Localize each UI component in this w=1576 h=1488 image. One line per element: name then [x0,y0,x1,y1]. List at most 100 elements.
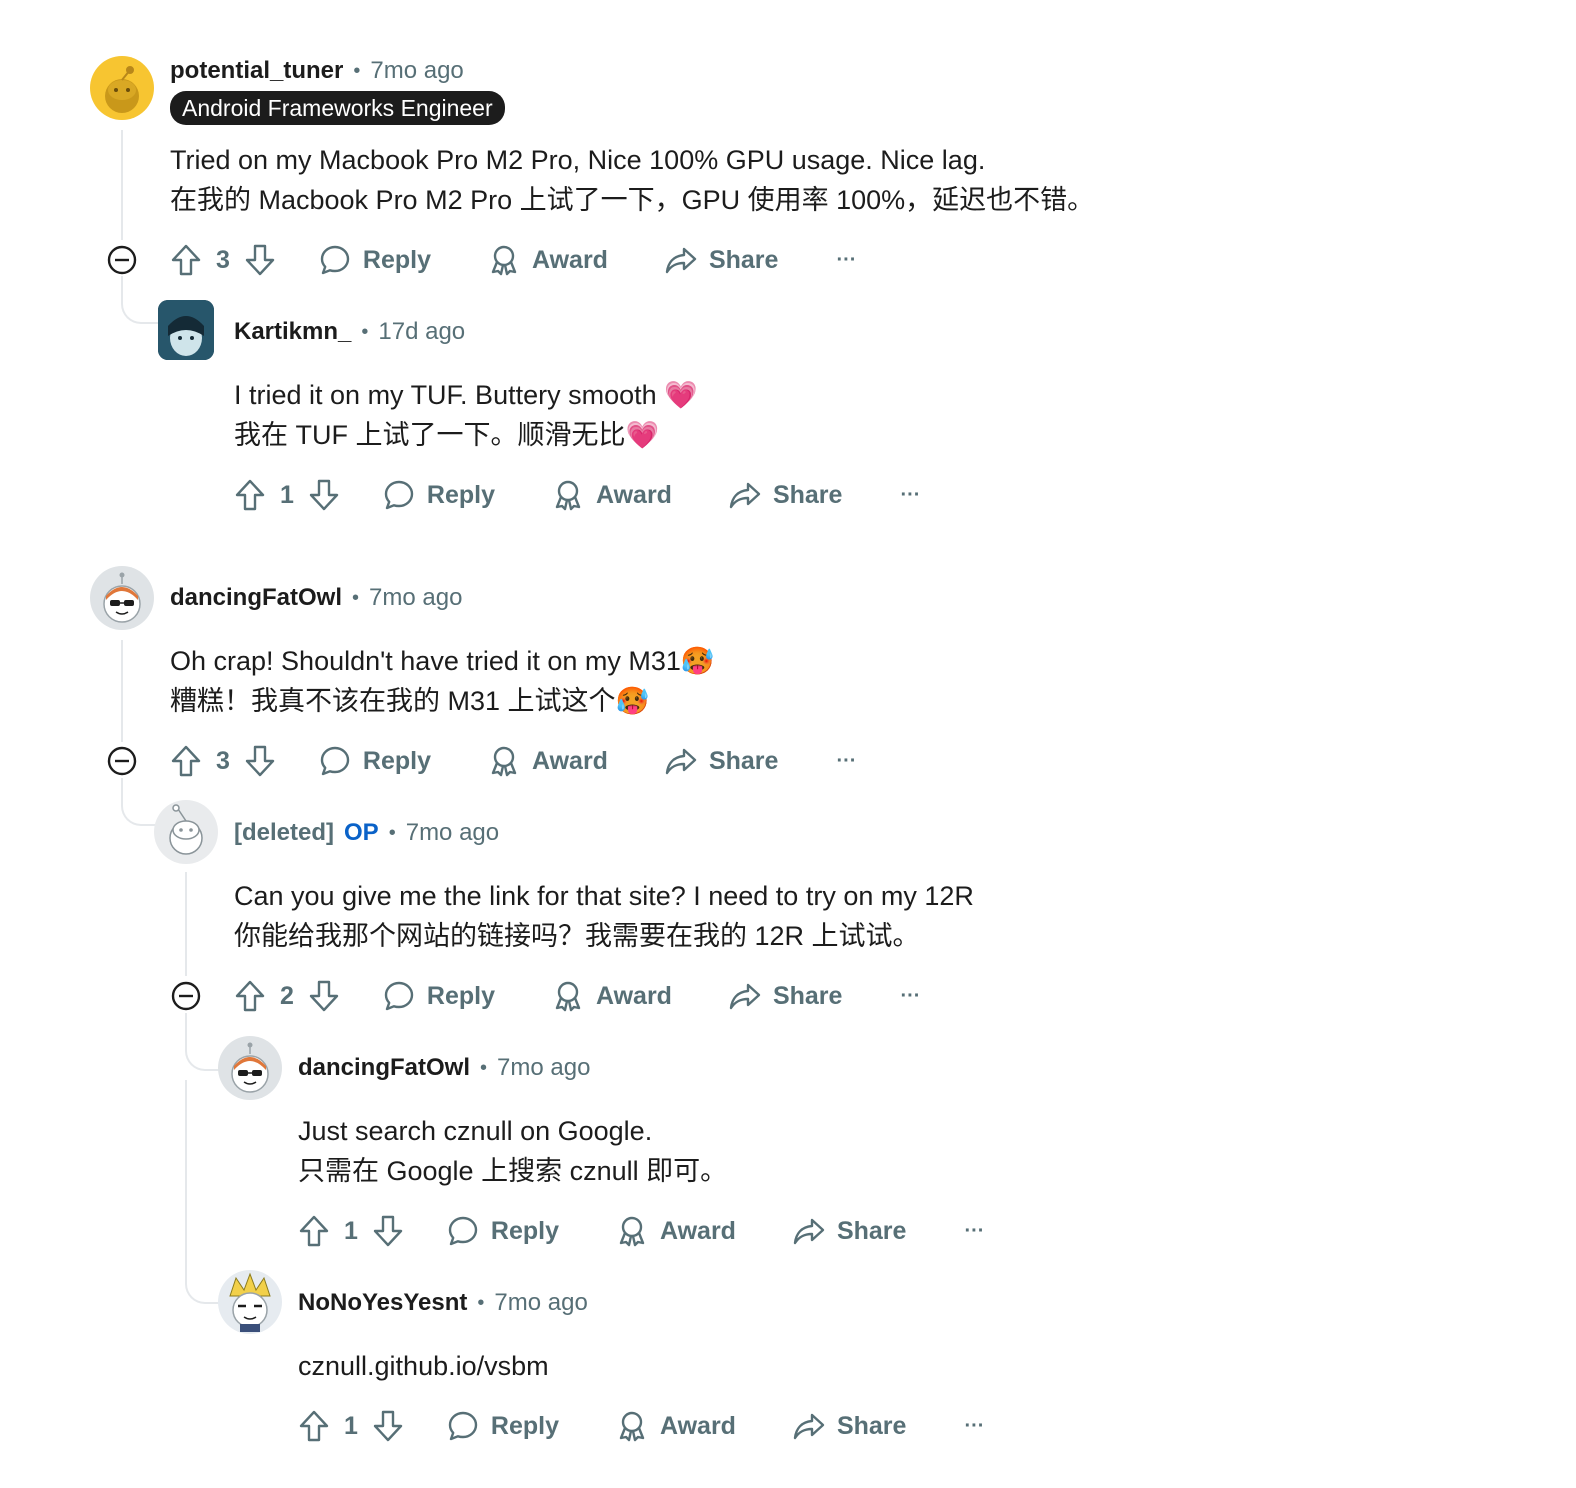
award-button[interactable]: Award [552,479,672,511]
thread-elbow [121,778,157,826]
username: [deleted] [234,819,335,846]
username[interactable]: dancingFatOwl [298,1054,470,1082]
comment-line: Tried on my Macbook Pro M2 Pro, Nice 100… [170,145,986,175]
downvote-icon[interactable] [244,744,276,778]
award-button[interactable]: Award [488,244,608,276]
downvote-icon[interactable] [244,243,276,277]
separator-dot: • [352,586,360,609]
award-button[interactable]: Award [552,980,672,1012]
award-icon [555,480,581,511]
reply-label: Reply [490,1216,559,1245]
more-options-button[interactable]: ··· [836,249,856,272]
more-options-button[interactable]: ··· [964,1415,984,1438]
reply-label: Reply [426,480,495,509]
comment-body: I tried it on my TUF. Buttery smooth 💗 我… [234,375,698,455]
avatar[interactable] [90,566,154,630]
award-label: Award [596,981,672,1010]
avatar[interactable] [154,800,218,864]
username[interactable]: dancingFatOwl [170,584,342,612]
downvote-icon[interactable] [372,1214,404,1248]
downvote-icon[interactable] [308,478,340,512]
comment-meta: dancingFatOwl • 7mo ago [170,583,462,613]
upvote-icon[interactable] [234,478,266,512]
reply-button[interactable]: Reply [319,745,431,777]
reply-button[interactable]: Reply [319,244,431,276]
more-options-button[interactable]: ··· [836,750,856,773]
timestamp[interactable]: 7mo ago [369,584,462,612]
share-button[interactable]: Share [793,1215,906,1247]
vote-score: 3 [216,746,230,775]
thread-line [185,872,187,976]
share-button[interactable]: Share [729,479,842,511]
thread-line [121,640,123,742]
award-button[interactable]: Award [616,1215,736,1247]
more-options-button[interactable]: ··· [900,985,920,1008]
comment-meta: Kartikmn_ • 17d ago [234,317,465,347]
share-label: Share [708,746,779,775]
reply-label: Reply [362,245,431,274]
award-button[interactable]: Award [488,745,608,777]
avatar[interactable] [218,1036,282,1100]
award-button[interactable]: Award [616,1410,736,1442]
username[interactable]: potential_tuner [170,57,343,85]
timestamp[interactable]: 7mo ago [497,1054,590,1082]
more-options-button[interactable]: ··· [900,484,920,507]
separator-dot: • [353,59,361,82]
share-icon [729,482,761,509]
share-icon [793,1218,825,1245]
share-button[interactable]: Share [665,244,778,276]
comment-line: 糟糕！我真不该在我的 M31 上试这个🥵 [170,686,650,716]
avatar[interactable] [158,300,214,360]
reply-button[interactable]: Reply [447,1215,559,1247]
timestamp[interactable]: 7mo ago [370,57,463,85]
collapse-icon[interactable] [107,245,137,275]
upvote-icon[interactable] [298,1214,330,1248]
vote-score: 1 [344,1216,358,1245]
share-icon [793,1413,825,1440]
more-options-button[interactable]: ··· [964,1220,984,1243]
award-label: Award [532,245,608,274]
username[interactable]: Kartikmn_ [234,318,351,346]
avatar[interactable] [90,56,154,120]
comment-actions: 3 Reply Award Share ··· [170,741,856,781]
share-button[interactable]: Share [665,745,778,777]
vote-score: 1 [280,480,294,509]
share-label: Share [772,480,843,509]
share-label: Share [836,1411,907,1440]
timestamp[interactable]: 17d ago [378,318,465,346]
username[interactable]: NoNoYesYesnt [298,1289,467,1317]
comment-meta: dancingFatOwl • 7mo ago [298,1053,590,1083]
vote-score: 2 [280,981,294,1010]
comment-actions: 1 Reply Award Share ··· [234,475,920,515]
award-label: Award [660,1216,736,1245]
snoo-avatar-icon [103,572,141,623]
downvote-icon[interactable] [308,979,340,1013]
share-icon [665,247,697,274]
reply-button[interactable]: Reply [383,980,495,1012]
comment-line: 在我的 Macbook Pro M2 Pro 上试了一下，GPU 使用率 100… [170,185,1095,215]
share-button[interactable]: Share [729,980,842,1012]
collapse-icon[interactable] [171,981,201,1011]
reply-bubble-icon [320,746,350,776]
reply-label: Reply [490,1411,559,1440]
comment-line: 你能给我那个网站的链接吗？我需要在我的 12R 上试试。 [234,921,920,951]
share-label: Share [836,1216,907,1245]
upvote-icon[interactable] [298,1409,330,1443]
reply-label: Reply [362,746,431,775]
timestamp[interactable]: 7mo ago [494,1289,587,1317]
comment-body: Can you give me the link for that site? … [234,876,974,956]
upvote-icon[interactable] [234,979,266,1013]
collapse-icon[interactable] [107,746,137,776]
award-label: Award [532,746,608,775]
timestamp[interactable]: 7mo ago [406,819,499,847]
reply-button[interactable]: Reply [447,1410,559,1442]
upvote-icon[interactable] [170,744,202,778]
downvote-icon[interactable] [372,1409,404,1443]
upvote-icon[interactable] [170,243,202,277]
comment-body: Tried on my Macbook Pro M2 Pro, Nice 100… [170,140,1094,220]
comment-meta: potential_tuner • 7mo ago [170,56,464,86]
avatar[interactable] [218,1270,282,1334]
share-button[interactable]: Share [793,1410,906,1442]
reply-button[interactable]: Reply [383,479,495,511]
thread-line [121,130,123,240]
